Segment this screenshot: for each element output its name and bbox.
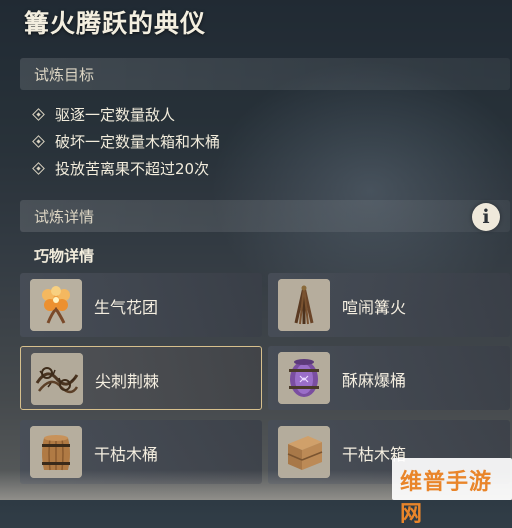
gadget-card-explosive-barrel[interactable]: 酥麻爆桶 xyxy=(268,346,510,410)
info-icon[interactable]: i xyxy=(472,203,500,231)
objective-text: 投放苦离果不超过20次 xyxy=(55,160,210,178)
page-title: 篝火腾跃的典仪 xyxy=(24,9,207,38)
objective-text: 驱逐一定数量敌人 xyxy=(55,106,176,124)
diamond-bullet-icon xyxy=(32,135,45,148)
gadget-card-wooden-barrel[interactable]: 干枯木桶 xyxy=(20,420,262,484)
wooden-barrel-icon xyxy=(30,426,82,478)
gadget-name: 尖刺荆棘 xyxy=(95,372,160,391)
gadget-name: 生气花团 xyxy=(94,298,159,317)
details-header: 试炼详情 xyxy=(20,200,510,232)
thorn-bramble-icon xyxy=(31,353,83,405)
flower-cluster-icon xyxy=(30,279,82,331)
explosive-barrel-icon xyxy=(278,352,330,404)
diamond-bullet-icon xyxy=(32,108,45,121)
gadget-card-bonfire[interactable]: 喧闹篝火 xyxy=(268,273,510,337)
diamond-bullet-icon xyxy=(32,162,45,175)
gadget-name: 酥麻爆桶 xyxy=(342,371,407,390)
objective-text: 破坏一定数量木箱和木桶 xyxy=(55,133,221,151)
bonfire-icon xyxy=(278,279,330,331)
gadget-card-thorn[interactable]: 尖刺荆棘 xyxy=(20,346,262,410)
gadget-name: 喧闹篝火 xyxy=(342,298,407,317)
details-header-label: 试炼详情 xyxy=(34,208,95,226)
gadget-name: 干枯木桶 xyxy=(94,445,159,464)
site-watermark: 维普手游网 xyxy=(392,458,512,527)
objectives-header-label: 试炼目标 xyxy=(34,66,95,84)
wooden-crate-icon xyxy=(278,426,330,478)
objective-item: 破坏一定数量木箱和木桶 xyxy=(32,131,221,152)
objectives-header: 试炼目标 xyxy=(20,58,510,90)
objective-item: 驱逐一定数量敌人 xyxy=(32,104,176,125)
gadget-card-flower[interactable]: 生气花团 xyxy=(20,273,262,337)
gadget-subheading: 巧物详情 xyxy=(34,247,95,265)
objective-item: 投放苦离果不超过20次 xyxy=(32,158,210,179)
watermark-text: 维普手游网 xyxy=(400,470,493,527)
